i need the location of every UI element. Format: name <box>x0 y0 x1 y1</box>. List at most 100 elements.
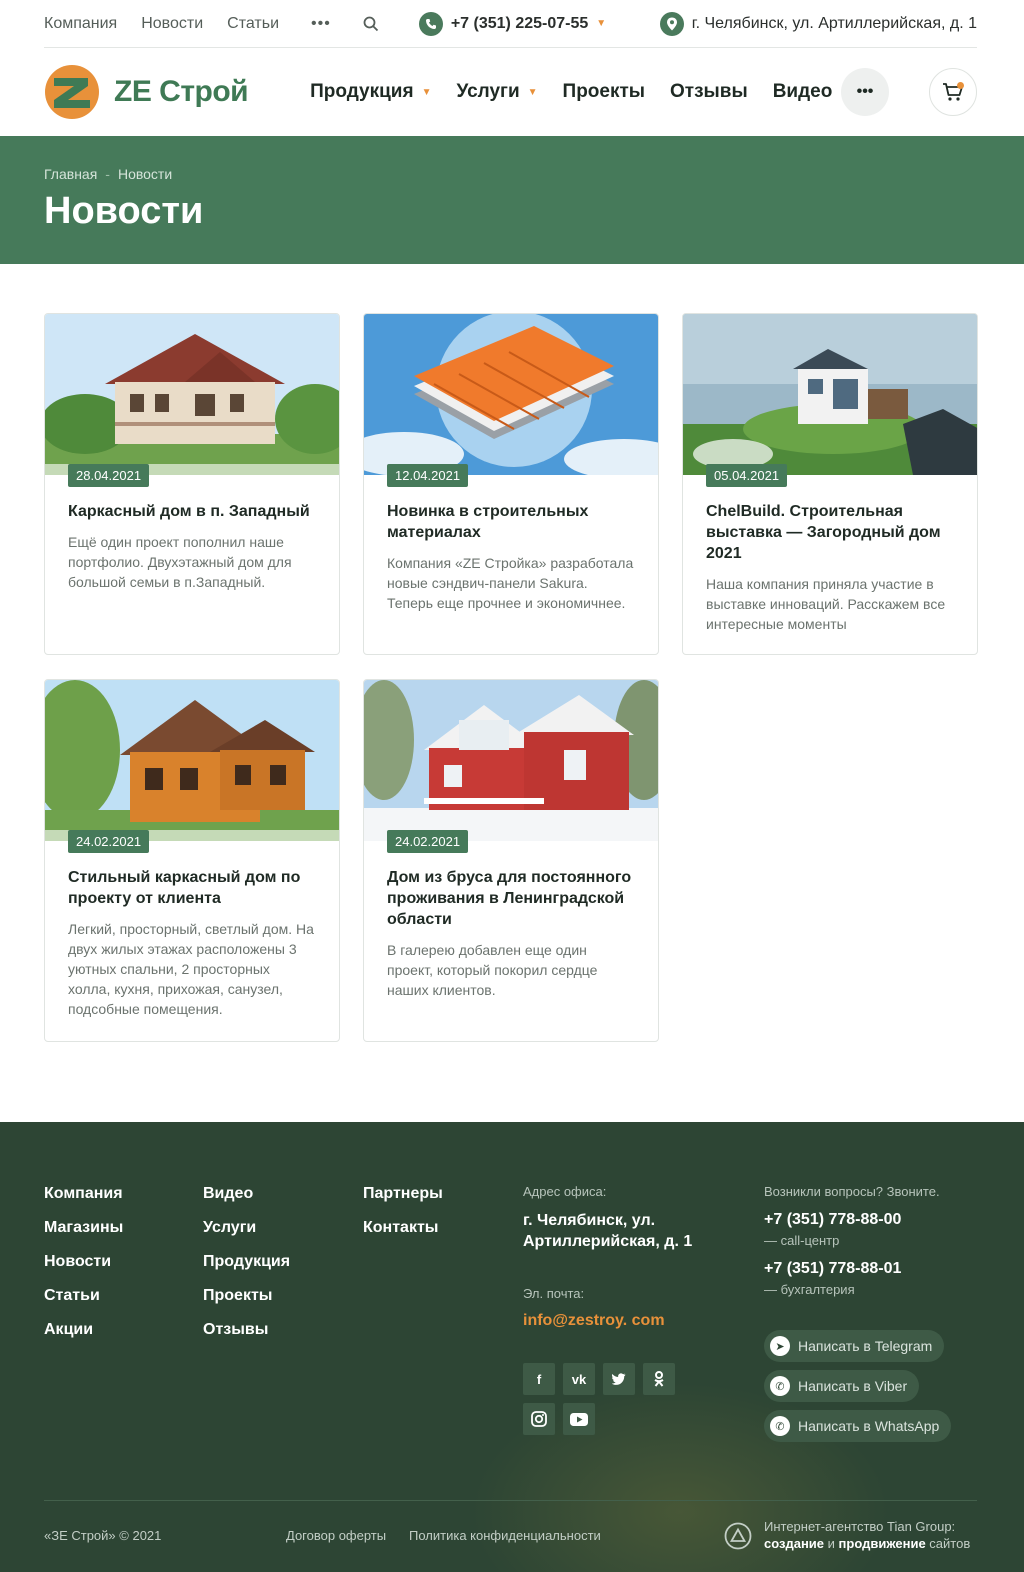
nav-projects[interactable]: Проекты <box>563 81 645 103</box>
breadcrumb: Главная - Новости <box>44 166 172 182</box>
chevron-down-icon: ▼ <box>527 86 538 98</box>
odnoklassniki-icon[interactable] <box>643 1363 675 1395</box>
top-nav-news[interactable]: Новости <box>141 15 203 33</box>
news-image-timber-house <box>45 680 339 841</box>
news-title[interactable]: Новинка в строительных материалах <box>387 501 635 543</box>
news-card[interactable]: 12.04.2021 Новинка в строительных матери… <box>363 313 659 655</box>
news-card[interactable]: 24.02.2021 Дом из бруса для постоянного … <box>363 679 659 1042</box>
chevron-down-icon[interactable]: ▼ <box>596 18 606 29</box>
logo-text: ZE Строй <box>114 75 249 108</box>
agency-credit[interactable]: Интернет-агентство Tian Group: создание … <box>764 1518 970 1552</box>
agency-create: создание <box>764 1536 825 1551</box>
footer-link-products[interactable]: Продукция <box>203 1252 290 1271</box>
logo[interactable]: ZE Строй <box>44 64 249 120</box>
footer-address-label: Адрес офиса: <box>523 1184 607 1199</box>
whatsapp-label: Написать в WhatsApp <box>798 1418 940 1434</box>
footer-link-projects[interactable]: Проекты <box>203 1286 290 1305</box>
news-date: 05.04.2021 <box>706 464 788 487</box>
nav-products[interactable]: Продукция ▼ <box>310 81 431 103</box>
cart-button[interactable] <box>929 68 977 116</box>
footer-email-label: Эл. почта: <box>523 1286 585 1301</box>
news-title[interactable]: Стильный каркасный дом по проекту от кли… <box>68 867 316 909</box>
cart-badge <box>957 82 964 89</box>
top-address-text: г. Челябинск, ул. Артиллерийская, д. 1 <box>691 14 977 32</box>
more-menu-button[interactable]: ••• <box>841 68 889 116</box>
twitter-icon[interactable] <box>603 1363 635 1395</box>
footer-nav-col-2: Видео Услуги Продукция Проекты Отзывы <box>203 1184 290 1339</box>
agency-logo-icon[interactable] <box>724 1522 752 1550</box>
agency-sites: сайтов <box>925 1536 971 1551</box>
instagram-icon[interactable] <box>523 1403 555 1435</box>
footer-nav-col-1: Компания Магазины Новости Статьи Акции <box>44 1184 123 1339</box>
footer-link-partners[interactable]: Партнеры <box>363 1184 443 1203</box>
location-pin-icon <box>659 11 684 36</box>
news-excerpt: Легкий, просторный, светлый дом. На двух… <box>68 921 314 1017</box>
news-title[interactable]: ChelBuild. Строительная выставка — Загор… <box>706 501 954 564</box>
news-date: 24.02.2021 <box>68 830 150 853</box>
news-card[interactable]: 24.02.2021 Стильный каркасный дом по про… <box>44 679 340 1042</box>
news-image-exhibition <box>683 314 977 475</box>
footer-link-contacts[interactable]: Контакты <box>363 1218 443 1237</box>
footer-phone-accounting-note: — бухгалтерия <box>764 1282 855 1297</box>
footer: Компания Магазины Новости Статьи Акции В… <box>0 1122 1024 1572</box>
telegram-button[interactable]: ➤ Написать в Telegram <box>764 1330 945 1362</box>
nav-services-label: Услуги <box>456 81 520 102</box>
news-date: 24.02.2021 <box>387 830 469 853</box>
news-card[interactable]: 05.04.2021 ChelBuild. Строительная выста… <box>682 313 978 655</box>
viber-button[interactable]: ✆ Написать в Viber <box>764 1370 920 1402</box>
top-phone-number: +7 (351) 225-07-55 <box>450 14 589 32</box>
footer-phone-callcenter-note: — call-центр <box>764 1233 840 1248</box>
main-nav: Продукция ▼ Услуги ▼ Проекты Отзывы Видео <box>310 81 832 103</box>
footer-link-promotions[interactable]: Акции <box>44 1320 123 1339</box>
offer-link[interactable]: Договор оферты <box>286 1528 386 1543</box>
footer-phone-callcenter[interactable]: +7 (351) 778-88-00 <box>764 1209 901 1230</box>
news-image-red-house <box>364 680 658 841</box>
viber-icon: ✆ <box>770 1376 790 1396</box>
footer-link-services[interactable]: Услуги <box>203 1218 290 1237</box>
vk-icon[interactable]: vk <box>563 1363 595 1395</box>
top-phone[interactable]: +7 (351) 225-07-55 ▼ <box>418 11 606 36</box>
footer-email-link[interactable]: info@zestroy. com <box>523 1312 665 1330</box>
news-excerpt: В галерею добавлен еще один проект, кото… <box>387 942 598 998</box>
footer-phone-accounting[interactable]: +7 (351) 778-88-01 <box>764 1258 901 1279</box>
facebook-icon[interactable]: f <box>523 1363 555 1395</box>
news-card[interactable]: 28.04.2021 Каркасный дом в п. Западный Е… <box>44 313 340 655</box>
privacy-link[interactable]: Политика конфиденциальности <box>409 1528 601 1543</box>
phone-icon <box>418 11 443 36</box>
main-header: ZE Строй Продукция ▼ Услуги ▼ Проекты Отзы… <box>44 49 977 135</box>
top-bar: Компания Новости Статьи ••• +7 (351) 225… <box>44 0 977 48</box>
footer-link-reviews[interactable]: Отзывы <box>203 1320 290 1339</box>
agency-line-1: Интернет-агентство Tian Group: <box>764 1519 956 1534</box>
news-excerpt: Наша компания приняла участие в выставке… <box>706 576 946 632</box>
breadcrumb-separator: - <box>105 166 110 182</box>
agency-and: и <box>824 1536 839 1551</box>
nav-products-label: Продукция <box>310 81 414 102</box>
footer-link-company[interactable]: Компания <box>44 1184 123 1203</box>
whatsapp-button[interactable]: ✆ Написать в WhatsApp <box>764 1410 952 1442</box>
footer-link-news[interactable]: Новости <box>44 1252 123 1271</box>
nav-video[interactable]: Видео <box>773 81 833 103</box>
whatsapp-icon: ✆ <box>770 1416 790 1436</box>
top-nav-articles[interactable]: Статьи <box>227 15 279 33</box>
news-title[interactable]: Дом из бруса для постоянного проживания … <box>387 867 635 930</box>
news-excerpt: Ещё один проект пополнил наше портфолио.… <box>68 534 292 590</box>
nav-services[interactable]: Услуги ▼ <box>456 81 537 103</box>
top-more-button[interactable]: ••• <box>311 15 331 33</box>
footer-address: г. Челябинск, ул. Артиллерийская, д. 1 <box>523 1212 693 1250</box>
footer-questions-label: Возникли вопросы? Звоните. <box>764 1184 940 1199</box>
top-address: г. Челябинск, ул. Артиллерийская, д. 1 <box>659 11 977 36</box>
copyright: «ЗЕ Строй» © 2021 <box>44 1528 162 1543</box>
youtube-icon[interactable] <box>563 1403 595 1435</box>
breadcrumb-home[interactable]: Главная <box>44 166 97 182</box>
footer-nav-col-3: Партнеры Контакты <box>363 1184 443 1237</box>
news-title[interactable]: Каркасный дом в п. Западный <box>68 501 316 522</box>
telegram-icon: ➤ <box>770 1336 790 1356</box>
viber-label: Написать в Viber <box>798 1378 908 1394</box>
footer-link-stores[interactable]: Магазины <box>44 1218 123 1237</box>
nav-reviews[interactable]: Отзывы <box>670 81 748 103</box>
footer-link-articles[interactable]: Статьи <box>44 1286 123 1305</box>
search-icon[interactable] <box>363 16 379 32</box>
page-title: Новости <box>44 190 204 232</box>
footer-link-video[interactable]: Видео <box>203 1184 290 1203</box>
top-nav-company[interactable]: Компания <box>44 15 117 33</box>
